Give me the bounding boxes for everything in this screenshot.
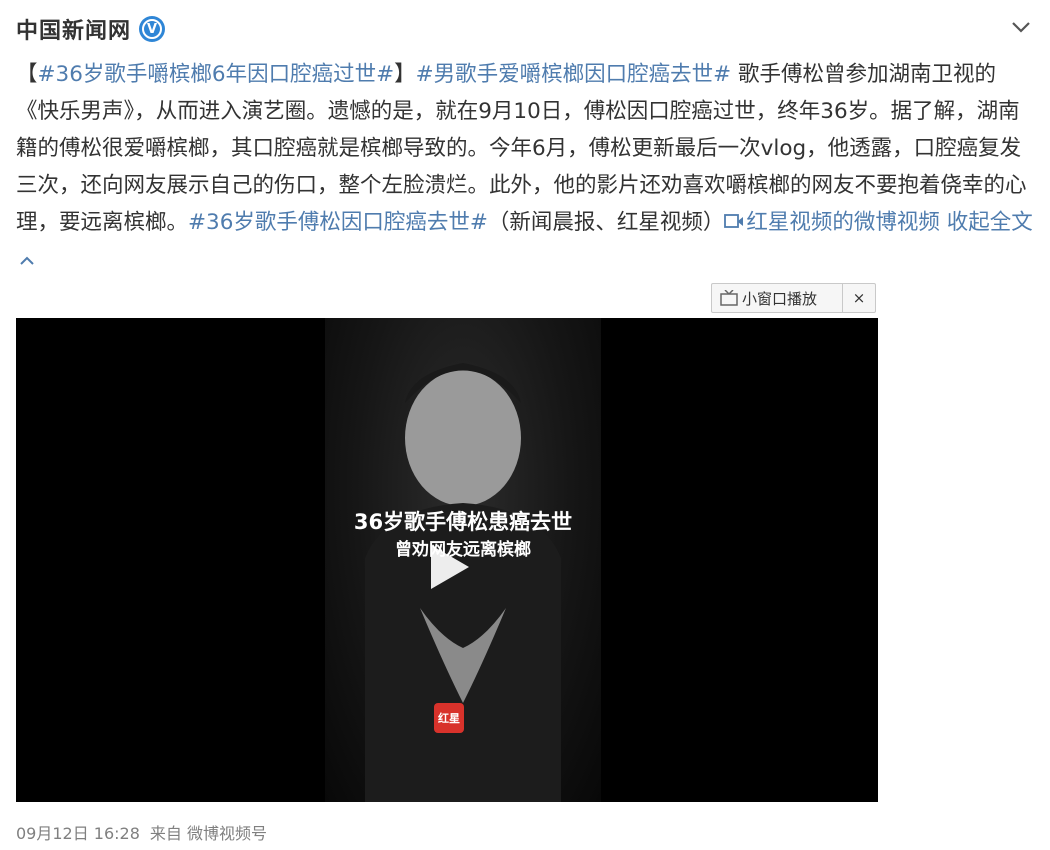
- mini-player-label: 小窗口播放: [742, 289, 818, 308]
- video-link-icon: [724, 214, 744, 228]
- verified-v-icon: V: [139, 16, 166, 42]
- play-icon[interactable]: [431, 545, 469, 589]
- topic-link-3[interactable]: #36岁歌手傅松因口腔癌去世#: [188, 210, 488, 235]
- mini-player-button[interactable]: 小窗口播放: [712, 284, 843, 312]
- video-link-label: 红星视频的微博视频: [746, 210, 940, 235]
- collapse-label: 收起全文: [946, 210, 1033, 235]
- video-link[interactable]: 红星视频的微博视频: [724, 210, 940, 235]
- bracket-close: 】: [394, 62, 416, 87]
- close-icon[interactable]: ×: [843, 284, 875, 312]
- source-note: （新闻晨报、红星视频）: [487, 210, 725, 235]
- video-overlay-title: 36岁歌手傅松患癌去世: [353, 510, 573, 534]
- bracket-open: 【: [16, 62, 38, 87]
- topic-link-1[interactable]: #36岁歌手嚼槟榔6年因口腔癌过世#: [38, 62, 395, 87]
- video-player[interactable]: 36岁歌手傅松患癌去世 曾劝网友远离槟榔 红星: [16, 318, 878, 802]
- post-time[interactable]: 09月12日 16:28: [16, 820, 140, 844]
- post-header: 中国新闻网 V: [16, 12, 166, 46]
- author-name[interactable]: 中国新闻网: [16, 13, 131, 45]
- mini-player-control: 小窗口播放 ×: [711, 283, 876, 313]
- chevron-up-icon: [20, 256, 34, 265]
- post-source[interactable]: 来自 微博视频号: [150, 820, 267, 844]
- post-meta: 09月12日 16:28 来自 微博视频号: [16, 820, 267, 844]
- post-text: 【#36岁歌手嚼槟榔6年因口腔癌过世#】#男歌手爱嚼槟榔因口腔癌去世# 歌手傅松…: [16, 56, 1036, 278]
- watermark-logo: 红星: [434, 703, 464, 733]
- tv-icon: [720, 290, 738, 306]
- topic-link-2[interactable]: #男歌手爱嚼槟榔因口腔癌去世#: [416, 62, 732, 87]
- chevron-down-icon[interactable]: [1006, 12, 1036, 42]
